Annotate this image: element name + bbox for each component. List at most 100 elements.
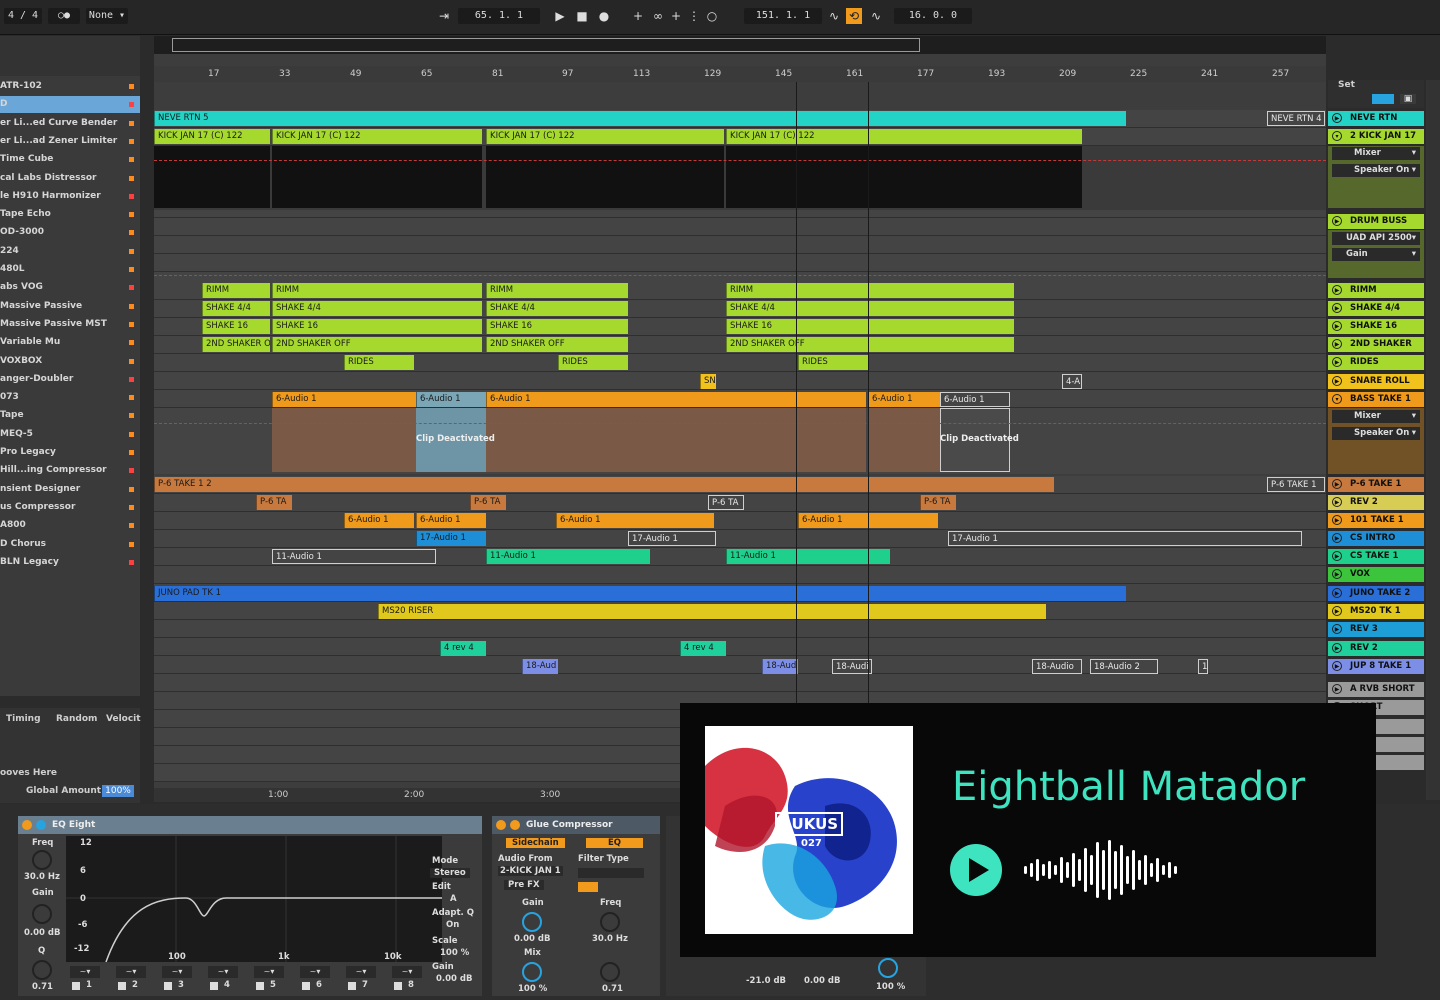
threshold-value[interactable]: -21.0 dB [746,976,786,986]
track-play-icon[interactable]: ▶ [1332,606,1342,616]
track-header[interactable]: ▶ CS INTRO [1328,531,1424,546]
arrangement-clip[interactable]: 11-Audio 1 [726,549,890,564]
band-filter-select[interactable]: ~▾ [208,966,238,978]
album-cover[interactable]: RUKUS 027 [705,726,913,934]
eq-eight-title[interactable]: EQ Eight [18,816,482,834]
glue-expand-icon[interactable] [510,820,520,830]
groove-random-header[interactable]: Random [56,714,97,724]
eq-toggle[interactable]: EQ [586,838,644,848]
device-list-item[interactable]: Variable Mu [0,334,140,351]
track-header[interactable]: ▶ SHAKE 4/4 [1328,301,1424,316]
arrangement-clip[interactable]: MS20 RISER [378,604,1046,619]
buss-param-select[interactable]: Gain ▾ [1332,248,1420,261]
arrangement-clip[interactable]: SHAKE 4/4 [726,301,1014,316]
device-list-item[interactable]: us Compressor [0,499,140,516]
band-toggle-icon[interactable] [302,982,310,990]
arrangement-clip[interactable]: RIDES [558,355,628,370]
bass-clip-waveform[interactable] [868,408,940,472]
play-icon[interactable]: ▶ [552,8,568,24]
loop-icon[interactable]: ⟲ [846,8,862,24]
device-list-item[interactable]: nsient Designer [0,481,140,498]
track-play-icon[interactable]: ▶ [1332,285,1342,295]
glue-q-value[interactable]: 0.71 [602,984,623,994]
track-header[interactable]: ▶ JUNO TAKE 2 [1328,586,1424,601]
beat-ruler[interactable]: 17 33 49 65 81 97 113 129 145 161 177 193 209 225 241 2… [154,66,1326,82]
track-play-icon[interactable]: ▶ [1332,569,1342,579]
loop-record-icon[interactable]: ○ [704,8,720,24]
track-play-icon[interactable]: ▶ [1332,551,1342,561]
right-scroll-strip[interactable] [1426,80,1440,800]
loop-start[interactable]: 151. 1. 1 [744,8,822,24]
kick-clip-body[interactable] [726,146,1082,208]
arrangement-overview[interactable] [154,36,1326,54]
device-list-item[interactable]: MEQ-5 [0,426,140,443]
arrangement-clip[interactable]: 17-Audio 1 [628,531,716,546]
eq-gain-knob[interactable] [32,904,52,924]
eq-graph[interactable] [66,836,442,963]
track-play-icon[interactable]: ▶ [1332,588,1342,598]
arrangement-clip[interactable]: 6-Audio 1 [940,392,1010,407]
device-list-item[interactable]: Pro Legacy [0,444,140,461]
track-header[interactable]: ▶ DRUM BUSS [1328,214,1424,229]
arrangement-clip[interactable]: SHAKE 4/4 [486,301,628,316]
track-play-icon[interactable]: ▶ [1332,339,1342,349]
kick-mixer-select[interactable]: Mixer ▾ [1332,147,1420,160]
device-list-item[interactable]: D Chorus [0,536,140,553]
track-header[interactable]: ▶ VOX [1328,567,1424,582]
glue-power-icon[interactable] [496,820,506,830]
bass-speaker-select[interactable]: Speaker On ▾ [1332,427,1420,440]
arrangement-clip[interactable]: RIDES [798,355,868,370]
band-filter-select[interactable]: ~▾ [254,966,284,978]
arrangement-clip[interactable]: SHAKE 16 [726,319,1014,334]
glue-freq-value[interactable]: 30.0 Hz [592,934,628,944]
glue-gain-value[interactable]: 0.00 dB [514,934,551,944]
track-header[interactable]: ▶ RIDES [1328,355,1424,370]
band-filter-select[interactable]: ~▾ [162,966,192,978]
arrangement-clip[interactable]: SHAKE 16 [486,319,628,334]
kick-clip-body[interactable] [486,146,724,208]
arrangement-clip[interactable]: 6-Audio 1 [416,513,486,528]
device-list-item[interactable]: ATR-102 [0,78,140,95]
band-filter-select[interactable]: ~▾ [346,966,376,978]
track-header[interactable]: ▶ NEVE RTN [1328,111,1424,126]
arrangement-clip[interactable]: SHAKE 4/4 [202,301,270,316]
fold-icon[interactable]: ▾ [1332,394,1342,404]
arrangement-clip[interactable]: 6-Audio 1 [272,392,416,407]
arrangement-clip[interactable]: SHAKE 4/4 [272,301,482,316]
arrangement-clip[interactable]: 18-Aud [762,659,798,674]
bass-clip-waveform[interactable] [486,408,866,472]
arrangement-clip[interactable]: 17-Audio 1 [948,531,1302,546]
session-record-icon[interactable]: ⋮ [686,8,702,24]
arrangement-clip[interactable]: 2ND SHAKER OFF [202,337,270,352]
arrangement-clip[interactable]: 4-A [1062,374,1082,389]
device-list-item[interactable]: 224 [0,243,140,260]
arrangement-clip[interactable]: 18-Audio [1032,659,1082,674]
track-header[interactable]: ▶ REV 2 [1328,641,1424,656]
device-list-item[interactable]: Hill...ing Compressor [0,462,140,479]
band-filter-select[interactable]: ~▾ [392,966,422,978]
track-header[interactable]: ▶ A RVB SHORT [1328,682,1424,697]
eq-power-icon[interactable] [22,820,32,830]
glue-q-knob[interactable] [600,962,620,982]
arrangement-clip[interactable]: 2ND SHAKER OFF [726,337,1014,352]
band-toggle-icon[interactable] [256,982,264,990]
expand-tracks-icon[interactable] [1372,94,1394,104]
arrangement-clip[interactable]: 6-Audio 1 [868,392,940,407]
arrangement-clip[interactable]: 6-Audio 1 [416,392,486,407]
quantize-select[interactable]: None ▾ [86,8,128,24]
arrangement-clip[interactable]: P-6 TA [708,495,744,510]
song-position[interactable]: 65. 1. 1 [458,8,540,24]
pre-fx-select[interactable]: Pre FX [504,880,544,890]
track-header[interactable]: ▶ CS TAKE 1 [1328,549,1424,564]
track-header[interactable]: ▶ P-6 TAKE 1 [1328,477,1424,492]
device-list-item[interactable]: D [0,96,140,114]
device-list-item[interactable]: Massive Passive [0,298,140,315]
track-play-icon[interactable]: ▶ [1332,624,1342,634]
track-play-icon[interactable]: ▶ [1332,303,1342,313]
filter-shape-button[interactable] [578,882,598,892]
arrangement-clip[interactable]: 1 [1198,659,1208,674]
device-list-item[interactable]: Massive Passive MST [0,316,140,333]
eq-gain-value[interactable]: 0.00 dB [24,928,61,938]
band-filter-select[interactable]: ~▾ [116,966,146,978]
track-header[interactable]: ▶ SNARE ROLL [1328,374,1424,389]
